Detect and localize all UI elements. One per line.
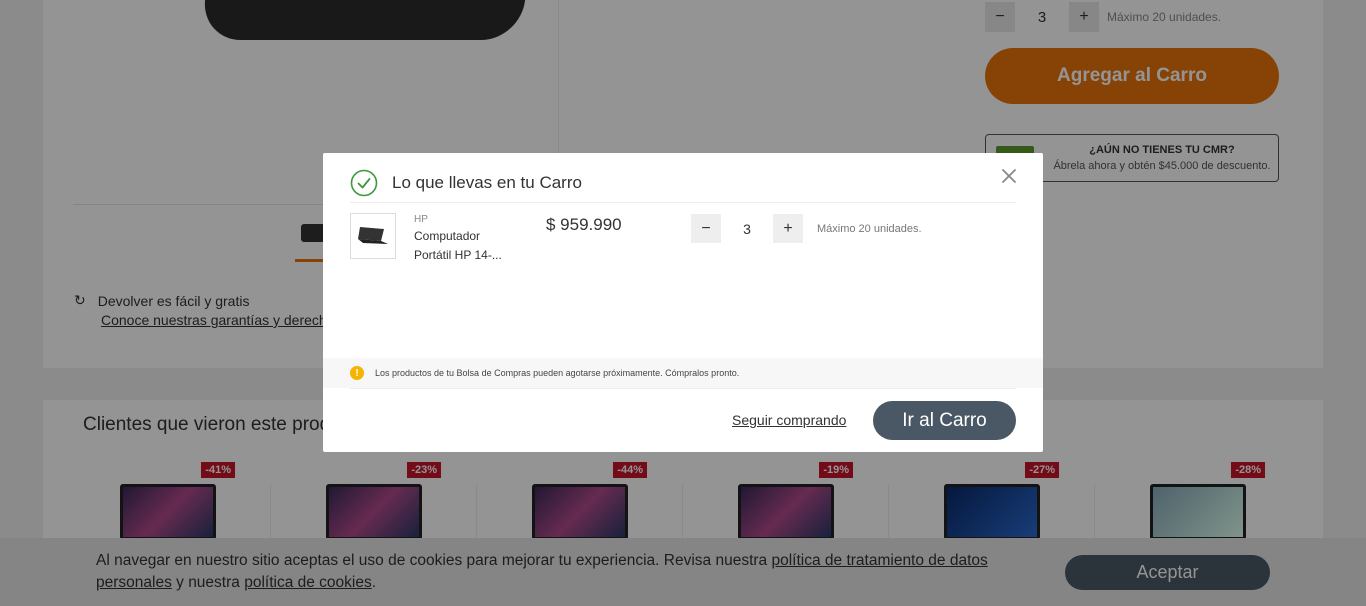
modal-title: Lo que llevas en tu Carro <box>392 173 582 192</box>
modal-divider <box>350 388 1016 389</box>
max-units-text: Máximo 20 unidades. <box>817 222 922 235</box>
continue-shopping-link[interactable]: Seguir comprando <box>732 412 846 428</box>
cart-quantity-stepper[interactable]: − 3 + Máximo 20 unidades. <box>691 214 922 243</box>
laptop-image <box>358 227 388 244</box>
warning-icon: ! <box>350 366 364 380</box>
warning-text: Los productos de tu Bolsa de Compras pue… <box>375 368 740 378</box>
decrease-button[interactable]: − <box>691 214 721 243</box>
modal-header: Lo que llevas en tu Carro <box>350 164 1016 203</box>
stock-warning: ! Los productos de tu Bolsa de Compras p… <box>323 358 1043 388</box>
check-circle-icon <box>350 169 378 197</box>
cart-quantity-value[interactable]: 3 <box>721 221 773 237</box>
cart-item-brand: HP <box>414 214 428 225</box>
cart-item-thumbnail <box>350 213 396 259</box>
cart-item-name: Computador Portátil HP 14-... <box>414 229 502 262</box>
increase-button[interactable]: + <box>773 214 803 243</box>
close-icon[interactable] <box>1000 167 1018 185</box>
go-to-cart-button[interactable]: Ir al Carro <box>873 401 1016 440</box>
cart-item-price: $ 959.990 <box>546 215 622 234</box>
cart-modal: Lo que llevas en tu Carro HP Computador … <box>323 153 1043 452</box>
